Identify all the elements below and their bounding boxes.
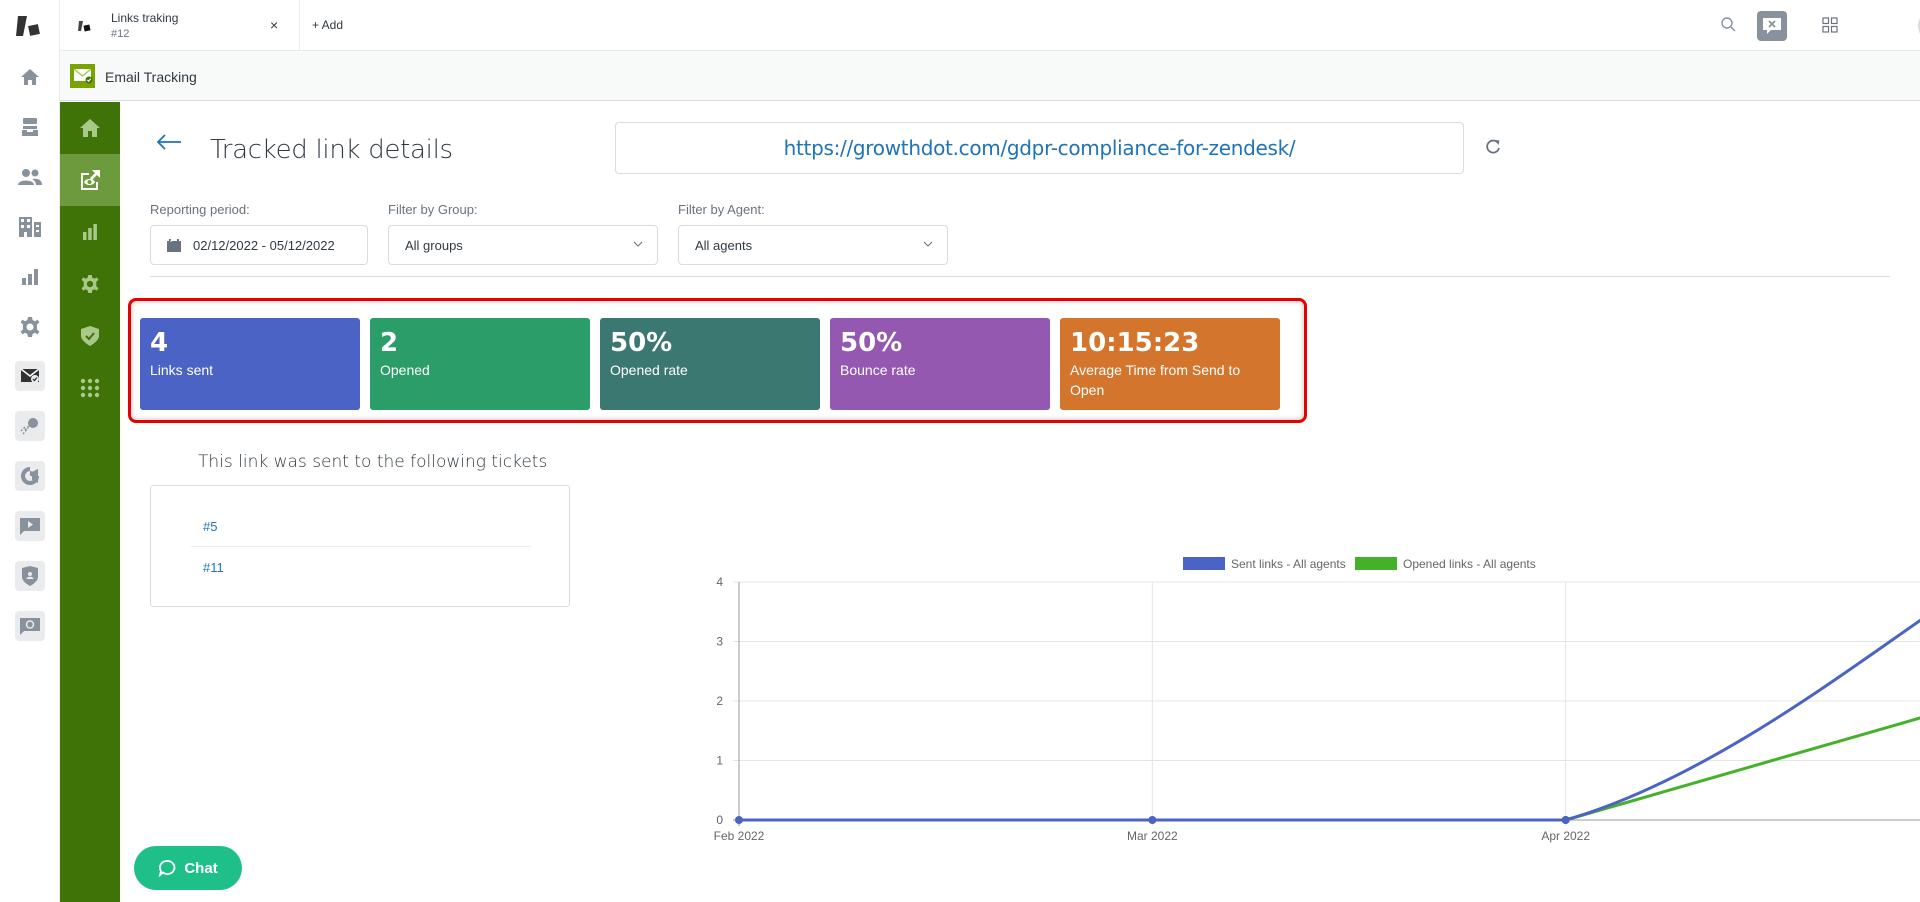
group-filter-label: Filter by Group: [388,202,478,217]
global-rail [0,0,60,902]
chat-bubble-icon [158,860,176,877]
links-line-chart: Sent links - All agents Opened links - Al… [714,557,1920,843]
home-icon [80,119,100,137]
legend-swatch [1183,557,1225,570]
legend-swatch [1355,557,1397,570]
legend-label: Opened links - All agents [1403,557,1536,571]
divider [150,276,1890,277]
tab-app-icon [78,19,92,32]
refresh-icon[interactable] [1484,138,1502,156]
kpi-label: Bounce rate [840,362,916,378]
kpi-value: 4 [150,328,169,358]
chat-button[interactable]: Chat [134,846,242,890]
admin-gear-icon[interactable] [15,312,45,342]
tickets-title: This link was sent to the following tick… [198,452,548,472]
tracked-url-field[interactable]: https://growthdot.com/gdpr-compliance-fo… [615,122,1464,174]
ticket-tab[interactable]: Links traking #12 × [60,0,300,51]
gear-icon [81,275,99,293]
bar-chart-icon [83,224,97,240]
y-tick-label: 0 [716,813,723,827]
views-icon[interactable] [15,112,45,142]
customers-icon[interactable] [15,162,45,192]
kpi-value: 10:15:23 [1070,328,1200,358]
calendar-icon [167,238,181,252]
app-nav-more-apps[interactable] [60,362,120,414]
tracked-url[interactable]: https://growthdot.com/gdpr-compliance-fo… [784,136,1296,160]
kpi-value: 2 [380,328,399,358]
kpi-opened: 2 Opened [370,318,590,410]
chat-label: Chat [184,859,218,877]
ticket-link[interactable]: #5 [191,507,531,547]
kpi-label: Opened rate [610,362,688,378]
organizations-icon[interactable] [15,212,45,242]
add-tab-button[interactable]: + Add [312,18,343,32]
email-tracking-app-icon[interactable] [15,361,45,391]
kpi-avg-time-to-open: 10:15:23 Average Time from Send to Open [1060,318,1280,410]
tickets-list: #5 #11 [150,485,570,607]
y-tick-label: 2 [716,694,723,708]
apps-grid-icon[interactable] [1822,17,1838,33]
x-tick-label: Mar 2022 [1127,829,1178,843]
app-meteor-icon[interactable] [15,411,45,441]
y-tick-label: 4 [716,575,723,589]
x-tick-label: Apr 2022 [1541,829,1590,843]
top-bar: Links traking #12 × + Add [60,0,1920,51]
kpi-bounce-rate: 50% Bounce rate [830,318,1050,410]
app-video-icon[interactable] [15,511,45,541]
zendesk-logo[interactable] [16,14,44,38]
group-filter-select[interactable]: All groups [388,225,658,265]
app-header: Email Tracking [60,51,1920,101]
conversations-icon[interactable] [1757,11,1787,41]
y-tick-label: 3 [716,635,723,649]
app-nav-tracked-links[interactable] [60,154,120,206]
email-tracking-logo-icon [70,64,95,88]
kpi-links-sent: 4 Links sent [140,318,360,410]
period-label: Reporting period: [150,202,250,217]
search-icon[interactable] [1720,16,1738,34]
tab-title: Links traking [111,11,179,25]
kpi-label: Links sent [150,362,214,378]
x-tick-label: Feb 2022 [714,829,765,843]
app-nav-reports[interactable] [60,206,120,258]
kpi-value: 50% [840,328,903,358]
data-point [1148,816,1157,824]
dots-grid-icon [80,378,100,398]
chevron-down-icon [923,241,933,247]
back-arrow-button[interactable] [155,132,183,152]
app-shield-user-icon[interactable] [15,561,45,591]
reporting-icon[interactable] [15,262,45,292]
chevron-down-icon [633,241,643,247]
date-range-picker[interactable]: 02/12/2022 - 05/12/2022 [150,225,368,265]
agent-filter-select[interactable]: All agents [678,225,948,265]
legend-label: Sent links - All agents [1231,557,1346,571]
home-icon[interactable] [15,62,45,92]
shield-check-icon [81,326,99,346]
kpi-label: Average Time from Send to Open [1070,362,1241,398]
y-tick-label: 1 [716,754,723,768]
tab-subtitle: #12 [111,28,130,40]
app-nav-compliance[interactable] [60,310,120,362]
kpi-label: Opened [380,362,430,378]
agent-filter-label: Filter by Agent: [678,202,765,217]
kpi-opened-rate: 50% Opened rate [600,318,820,410]
tab-close-button[interactable]: × [270,17,278,33]
group-filter-value: All groups [405,237,463,253]
main-content: Tracked link details https://growthdot.c… [120,102,1920,902]
app-name: Email Tracking [105,69,197,85]
date-range-value: 02/12/2022 - 05/12/2022 [193,237,335,253]
tracked-link-eye-icon [81,170,100,190]
app-speaker-icon[interactable] [15,461,45,491]
page-title: Tracked link details [210,135,453,165]
app-nav-settings[interactable] [60,258,120,310]
ticket-link[interactable]: #11 [191,547,531,587]
app-chat-refresh-icon[interactable] [15,611,45,641]
kpi-value: 50% [610,328,673,358]
app-sidebar [60,102,120,902]
data-point [735,816,743,824]
data-point [1561,816,1570,824]
agent-filter-value: All agents [695,237,753,253]
app-nav-home[interactable] [60,102,120,154]
